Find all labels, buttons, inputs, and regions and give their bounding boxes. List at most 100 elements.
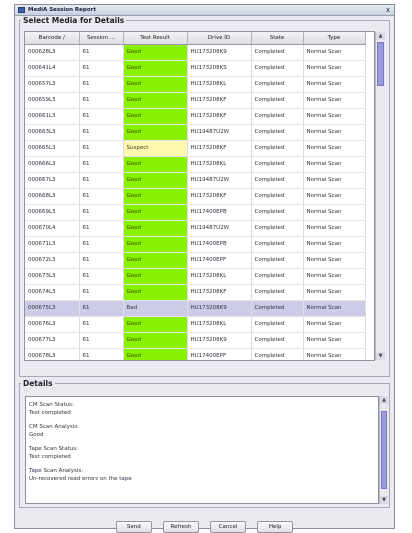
- table-row[interactable]: 000674L3 61 Good HU173208KF Completed Normal …: [25, 284, 366, 301]
- table-row[interactable]: 000628L3 61 Good HU173208K9 Completed Normal …: [25, 44, 366, 61]
- details-group: Details CM Scan Status: Test completed CM …: [19, 379, 390, 508]
- cell-state: Completed: [251, 316, 304, 333]
- cell-drive-id: HU17400EPB: [187, 204, 252, 221]
- cell-test-result: Good: [123, 156, 188, 173]
- table-row[interactable]: 000673L3 61 Good HU173208KL Completed Normal …: [25, 268, 366, 285]
- cell-test-result: Good: [123, 268, 188, 285]
- cell-drive-id: HU17400EPB: [187, 236, 252, 253]
- table-row[interactable]: 000667L3 61 Good HU19487U2W Completed Normal …: [25, 172, 366, 189]
- cell-drive-id: HU19487U2W: [187, 124, 252, 141]
- cell-session: 61: [79, 44, 124, 61]
- cell-type: Normal Scan: [303, 300, 366, 317]
- cell-test-result: Good: [123, 284, 188, 301]
- close-icon[interactable]: x: [386, 5, 390, 16]
- details-paragraph: CM Scan Analysis: Good: [29, 424, 369, 439]
- arrow-down-icon[interactable]: ▼: [380, 496, 388, 504]
- cell-drive-id: HU173208KF: [187, 108, 252, 125]
- cell-test-result: Good: [123, 172, 188, 189]
- refresh-button[interactable]: Refresh: [162, 521, 199, 533]
- cell-type: Normal Scan: [303, 220, 366, 237]
- table-row[interactable]: 000670L4 61 Good HU19487U2W Completed Normal …: [25, 220, 366, 237]
- cell-session: 61: [79, 92, 124, 109]
- cell-drive-id: HU19487U2W: [187, 220, 252, 237]
- media-table-scrollbar[interactable]: ▲ ▼: [375, 32, 385, 360]
- table-row[interactable]: 000666L3 61 Good HU173208KL Completed Normal …: [25, 156, 366, 173]
- cell-session: 61: [79, 316, 124, 333]
- cell-barcode: 000668L3: [25, 188, 80, 205]
- details-paragraph: Tape Scan Analysis: Un-recovered read err…: [29, 468, 369, 483]
- cell-drive-id: HU173208KF: [187, 188, 252, 205]
- details-paragraph: CM Scan Status: Test completed: [29, 402, 369, 417]
- cell-drive-id: HU173208K9: [187, 300, 252, 317]
- cell-state: Completed: [251, 236, 304, 253]
- cell-test-result: Good: [123, 188, 188, 205]
- arrow-up-icon[interactable]: ▲: [380, 396, 388, 404]
- column-header-state[interactable]: State: [251, 32, 304, 45]
- arrow-up-icon[interactable]: ▲: [376, 32, 385, 40]
- table-row[interactable]: 000657L3 61 Good HU173208KL Completed Normal …: [25, 76, 366, 93]
- cell-barcode: 000667L3: [25, 172, 80, 189]
- column-header-test-result[interactable]: Test Result: [123, 32, 188, 45]
- table-row[interactable]: 000677L3 61 Good HU173208K9 Completed Normal …: [25, 332, 366, 349]
- send-button[interactable]: Send: [115, 521, 152, 533]
- media-group: Select Media for Details Barcode ∕ Sessi…: [19, 16, 390, 377]
- cell-session: 61: [79, 300, 124, 317]
- details-body: Good: [29, 431, 44, 438]
- cell-state: Completed: [251, 156, 304, 173]
- title-bar[interactable]: MediA Session Report x: [15, 5, 394, 16]
- cell-test-result: Good: [123, 108, 188, 125]
- cell-state: Completed: [251, 284, 304, 301]
- details-content: CM Scan Status: Test completed CM Scan Ana…: [29, 402, 369, 490]
- cell-type: Normal Scan: [303, 284, 366, 301]
- cell-type: Normal Scan: [303, 60, 366, 77]
- cell-barcode: 000675L3: [25, 300, 80, 317]
- table-row[interactable]: 000661L3 61 Good HU173208KF Completed Normal …: [25, 108, 366, 125]
- column-header-drive-id[interactable]: Drive ID: [187, 32, 252, 45]
- cell-barcode: 000670L4: [25, 220, 80, 237]
- cell-type: Normal Scan: [303, 92, 366, 109]
- cell-type: Normal Scan: [303, 76, 366, 93]
- cell-state: Completed: [251, 172, 304, 189]
- details-body: Un-recovered read errors on the tape: [29, 475, 132, 482]
- table-row[interactable]: 000641L4 61 Good HU173208KS Completed Normal …: [25, 60, 366, 77]
- cancel-button[interactable]: Cancel: [210, 521, 247, 533]
- media-scrollbar-thumb[interactable]: [377, 42, 384, 86]
- cell-test-result: Good: [123, 332, 188, 349]
- details-scrollbar-thumb[interactable]: [381, 411, 387, 489]
- table-row[interactable]: 000676L3 61 Good HU173208KL Completed Normal …: [25, 316, 366, 333]
- details-textarea[interactable]: CM Scan Status: Test completed CM Scan Ana…: [25, 396, 379, 504]
- table-row[interactable]: 000678L3 61 Good HU17400EPF Completed Normal …: [25, 348, 366, 360]
- cell-barcode: 000678L3: [25, 348, 80, 360]
- cell-barcode: 000628L3: [25, 44, 80, 61]
- cell-state: Completed: [251, 252, 304, 269]
- cell-type: Normal Scan: [303, 188, 366, 205]
- table-row[interactable]: 000659L3 61 Good HU173208KF Completed Normal …: [25, 92, 366, 109]
- cell-test-result: Good: [123, 316, 188, 333]
- column-header-type[interactable]: Type: [303, 32, 366, 45]
- table-row[interactable]: 000663L3 61 Good HU19487U2W Completed Normal …: [25, 124, 366, 141]
- arrow-down-icon[interactable]: ▼: [376, 352, 385, 360]
- cell-state: Completed: [251, 348, 304, 360]
- table-row[interactable]: 000672L3 61 Good HU17400EPF Completed Normal …: [25, 252, 366, 269]
- details-scrollbar[interactable]: ▲ ▼: [379, 396, 388, 504]
- table-row[interactable]: 000665L3 61 Suspect HU173208KF Completed Norm…: [25, 140, 366, 157]
- table-row[interactable]: 000675L3 61 Bad HU173208K9 Completed Normal S…: [25, 300, 366, 317]
- help-button[interactable]: Help: [257, 521, 294, 533]
- cell-barcode: 000669L3: [25, 204, 80, 221]
- cell-session: 61: [79, 60, 124, 77]
- cell-type: Normal Scan: [303, 268, 366, 285]
- cell-type: Normal Scan: [303, 156, 366, 173]
- cell-test-result: Good: [123, 44, 188, 61]
- cell-drive-id: HU17400EPF: [187, 348, 252, 360]
- cell-state: Completed: [251, 140, 304, 157]
- cell-drive-id: HU173208KF: [187, 284, 252, 301]
- column-header-session[interactable]: Session ...: [79, 32, 124, 45]
- table-row[interactable]: 000669L3 61 Good HU17400EPB Completed Normal …: [25, 204, 366, 221]
- column-header-barcode[interactable]: Barcode ∕: [25, 32, 80, 45]
- cell-drive-id: HU173208KS: [187, 60, 252, 77]
- table-row[interactable]: 000668L3 61 Good HU173208KF Completed Normal …: [25, 188, 366, 205]
- cell-barcode: 000663L3: [25, 124, 80, 141]
- cell-state: Completed: [251, 76, 304, 93]
- cell-state: Completed: [251, 220, 304, 237]
- table-row[interactable]: 000671L3 61 Good HU17400EPB Completed Normal …: [25, 236, 366, 253]
